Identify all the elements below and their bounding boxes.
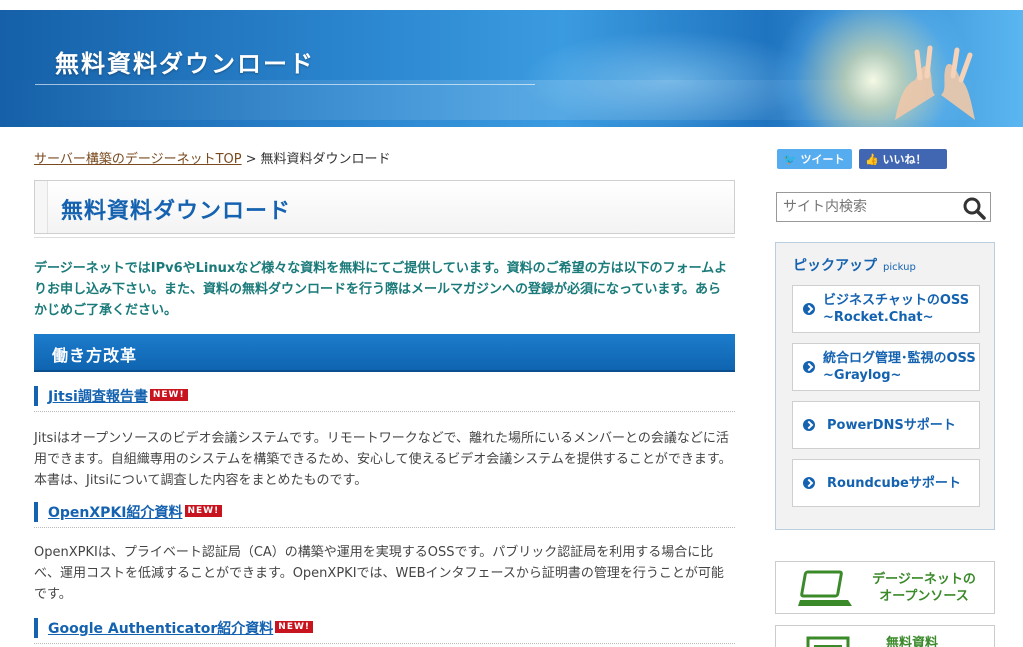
oss-banner-text: デージーネットの オープンソース [864,571,984,605]
pickup-panel: ピックアップ pickup ビジネスチャットのOSS ~Rocket.Chat~ … [775,242,995,530]
new-badge: NEW! [275,621,314,633]
page-title-box: 無料資料ダウンロード [34,180,735,234]
doc-link-google-authenticator[interactable]: Google Authenticator紹介資料 [48,621,273,637]
like-button[interactable]: 👍 いいね！ 16 [859,149,947,180]
breadcrumb-current: 無料資料ダウンロード [260,152,391,167]
pickup-title: ピックアップ [793,258,877,274]
pickup-item-powerdns[interactable]: PowerDNSサポート [792,401,980,449]
download-banner[interactable]: 無料資料 [775,625,995,647]
doc-title-jitsi: Jitsi調査報告書 NEW! [34,386,188,406]
divider [34,411,735,412]
pickup-item-label: 統合ログ管理･監視のOSS ~Graylog~ [823,350,976,384]
site-search [776,192,991,222]
oss-banner-line2: オープンソース [879,589,969,604]
pickup-item-label: PowerDNSサポート [827,417,956,433]
pickup-item-line1: ビジネスチャットのOSS [823,293,970,308]
pickup-item-graylog[interactable]: 統合ログ管理･監視のOSS ~Graylog~ [792,343,980,391]
pickup-heading: ピックアップ pickup [793,255,916,275]
thumbs-up-icon: 👍 [865,153,879,166]
breadcrumb-separator: > [245,152,257,167]
chevron-right-icon [803,361,815,373]
doc-desc-openxpki: OpenXPKIは、プライベート認証局（CA）の構築や運用を実現するOSSです。… [34,545,724,602]
new-badge: NEW! [184,505,223,517]
laptop-icon [798,570,852,606]
doc-desc-jitsi: Jitsiはオープンソースのビデオ会議システムです。リモートワークなどで、離れた… [34,431,732,488]
breadcrumb: サーバー構築のデージーネットTOP > 無料資料ダウンロード [34,148,391,167]
header-banner: 無料資料ダウンロード [0,10,1023,127]
pickup-item-line1: 統合ログ管理･監視のOSS [823,351,976,366]
oss-banner-line1: デージーネットの [872,572,976,587]
search-icon[interactable] [962,196,986,220]
like-count: 16 [871,169,884,180]
like-label: いいね！ [882,153,927,166]
search-input[interactable] [777,193,957,221]
new-badge: NEW! [149,389,188,401]
twitter-bird-icon: 🐦 [783,153,797,166]
document-icon [806,636,850,647]
tweet-label: ツイート [800,153,845,166]
download-banner-text: 無料資料 [886,636,939,647]
banner-divider [35,84,535,85]
page-title: 無料資料ダウンロード [61,199,292,224]
divider [34,527,735,528]
doc-link-openxpki[interactable]: OpenXPKI紹介資料 [48,505,183,521]
chevron-right-icon [803,419,815,431]
hands-image [895,45,975,120]
divider [34,643,735,644]
doc-title-openxpki: OpenXPKI紹介資料 NEW! [34,502,223,522]
pickup-subtitle: pickup [883,262,916,273]
pickup-item-label: Roundcubeサポート [827,475,961,491]
divider [34,237,735,238]
pickup-item-roundcube[interactable]: Roundcubeサポート [792,459,980,507]
pickup-item-line2: ~Graylog~ [823,368,902,383]
oss-banner[interactable]: デージーネットの オープンソース [775,561,995,614]
breadcrumb-home-link[interactable]: サーバー構築のデージーネットTOP [34,152,242,167]
pickup-item-rocketchat[interactable]: ビジネスチャットのOSS ~Rocket.Chat~ [792,285,980,333]
tweet-button[interactable]: 🐦 ツイート [777,149,852,169]
chevron-right-icon [803,477,815,489]
section-heading: 働き方改革 [34,334,735,372]
intro-text: デージーネットではIPv6やLinuxなど様々な資料を無料にてご提供しています。… [34,261,728,318]
pickup-item-line2: ~Rocket.Chat~ [823,310,934,325]
doc-link-jitsi[interactable]: Jitsi調査報告書 [48,389,148,405]
pickup-item-label: ビジネスチャットのOSS ~Rocket.Chat~ [823,292,969,326]
doc-title-google-authenticator: Google Authenticator紹介資料 NEW! [34,618,314,638]
banner-title: 無料資料ダウンロード [55,50,315,78]
chevron-right-icon [803,303,815,315]
